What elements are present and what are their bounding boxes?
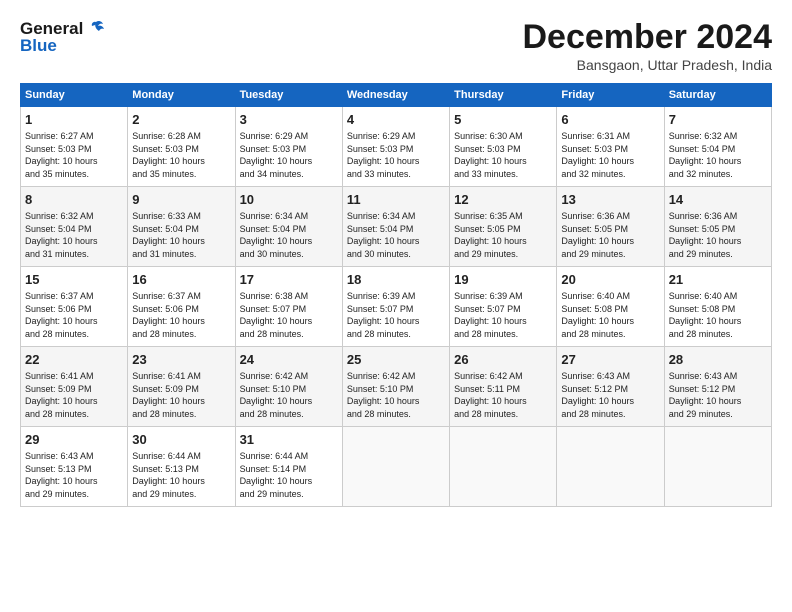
logo-bird-icon [85, 18, 107, 40]
day-number: 17 [240, 271, 338, 289]
day-number: 29 [25, 431, 123, 449]
day-number: 26 [454, 351, 552, 369]
table-row: 15Sunrise: 6:37 AMSunset: 5:06 PMDayligh… [21, 267, 128, 347]
table-row: 14Sunrise: 6:36 AMSunset: 5:05 PMDayligh… [664, 187, 771, 267]
day-number: 24 [240, 351, 338, 369]
day-number: 4 [347, 111, 445, 129]
table-row: 27Sunrise: 6:43 AMSunset: 5:12 PMDayligh… [557, 347, 664, 427]
day-number: 31 [240, 431, 338, 449]
col-monday: Monday [128, 84, 235, 107]
table-row: 13Sunrise: 6:36 AMSunset: 5:05 PMDayligh… [557, 187, 664, 267]
col-wednesday: Wednesday [342, 84, 449, 107]
table-row: 26Sunrise: 6:42 AMSunset: 5:11 PMDayligh… [450, 347, 557, 427]
day-number: 22 [25, 351, 123, 369]
day-number: 19 [454, 271, 552, 289]
logo: General Blue [20, 18, 107, 56]
table-row: 29Sunrise: 6:43 AMSunset: 5:13 PMDayligh… [21, 427, 128, 507]
col-saturday: Saturday [664, 84, 771, 107]
table-row: 4Sunrise: 6:29 AMSunset: 5:03 PMDaylight… [342, 107, 449, 187]
day-number: 7 [669, 111, 767, 129]
table-row [557, 427, 664, 507]
day-number: 9 [132, 191, 230, 209]
day-number: 8 [25, 191, 123, 209]
table-row: 24Sunrise: 6:42 AMSunset: 5:10 PMDayligh… [235, 347, 342, 427]
table-row: 17Sunrise: 6:38 AMSunset: 5:07 PMDayligh… [235, 267, 342, 347]
day-number: 16 [132, 271, 230, 289]
day-number: 6 [561, 111, 659, 129]
day-number: 30 [132, 431, 230, 449]
day-number: 18 [347, 271, 445, 289]
day-number: 21 [669, 271, 767, 289]
table-row: 16Sunrise: 6:37 AMSunset: 5:06 PMDayligh… [128, 267, 235, 347]
table-row: 10Sunrise: 6:34 AMSunset: 5:04 PMDayligh… [235, 187, 342, 267]
calendar-header-row: Sunday Monday Tuesday Wednesday Thursday… [21, 84, 772, 107]
table-row: 22Sunrise: 6:41 AMSunset: 5:09 PMDayligh… [21, 347, 128, 427]
day-number: 13 [561, 191, 659, 209]
calendar-table: Sunday Monday Tuesday Wednesday Thursday… [20, 83, 772, 507]
table-row: 2Sunrise: 6:28 AMSunset: 5:03 PMDaylight… [128, 107, 235, 187]
day-number: 5 [454, 111, 552, 129]
table-row: 23Sunrise: 6:41 AMSunset: 5:09 PMDayligh… [128, 347, 235, 427]
day-number: 28 [669, 351, 767, 369]
col-tuesday: Tuesday [235, 84, 342, 107]
title-block: December 2024 Bansgaon, Uttar Pradesh, I… [522, 18, 772, 73]
month-title: December 2024 [522, 18, 772, 57]
day-number: 12 [454, 191, 552, 209]
col-sunday: Sunday [21, 84, 128, 107]
col-thursday: Thursday [450, 84, 557, 107]
day-number: 1 [25, 111, 123, 129]
col-friday: Friday [557, 84, 664, 107]
table-row: 5Sunrise: 6:30 AMSunset: 5:03 PMDaylight… [450, 107, 557, 187]
table-row [342, 427, 449, 507]
day-number: 10 [240, 191, 338, 209]
day-number: 3 [240, 111, 338, 129]
table-row: 25Sunrise: 6:42 AMSunset: 5:10 PMDayligh… [342, 347, 449, 427]
table-row: 20Sunrise: 6:40 AMSunset: 5:08 PMDayligh… [557, 267, 664, 347]
table-row: 7Sunrise: 6:32 AMSunset: 5:04 PMDaylight… [664, 107, 771, 187]
table-row: 11Sunrise: 6:34 AMSunset: 5:04 PMDayligh… [342, 187, 449, 267]
table-row: 3Sunrise: 6:29 AMSunset: 5:03 PMDaylight… [235, 107, 342, 187]
day-number: 11 [347, 191, 445, 209]
table-row: 19Sunrise: 6:39 AMSunset: 5:07 PMDayligh… [450, 267, 557, 347]
table-row: 9Sunrise: 6:33 AMSunset: 5:04 PMDaylight… [128, 187, 235, 267]
table-row: 21Sunrise: 6:40 AMSunset: 5:08 PMDayligh… [664, 267, 771, 347]
day-number: 27 [561, 351, 659, 369]
table-row [450, 427, 557, 507]
table-row: 31Sunrise: 6:44 AMSunset: 5:14 PMDayligh… [235, 427, 342, 507]
logo-blue: Blue [20, 36, 57, 56]
table-row: 1Sunrise: 6:27 AMSunset: 5:03 PMDaylight… [21, 107, 128, 187]
day-number: 15 [25, 271, 123, 289]
page: General Blue December 2024 Bansgaon, Utt… [0, 0, 792, 612]
table-row: 18Sunrise: 6:39 AMSunset: 5:07 PMDayligh… [342, 267, 449, 347]
table-row: 28Sunrise: 6:43 AMSunset: 5:12 PMDayligh… [664, 347, 771, 427]
header: General Blue December 2024 Bansgaon, Utt… [20, 18, 772, 73]
day-number: 14 [669, 191, 767, 209]
location-subtitle: Bansgaon, Uttar Pradesh, India [522, 57, 772, 73]
table-row: 30Sunrise: 6:44 AMSunset: 5:13 PMDayligh… [128, 427, 235, 507]
table-row: 12Sunrise: 6:35 AMSunset: 5:05 PMDayligh… [450, 187, 557, 267]
table-row: 8Sunrise: 6:32 AMSunset: 5:04 PMDaylight… [21, 187, 128, 267]
day-number: 23 [132, 351, 230, 369]
day-number: 20 [561, 271, 659, 289]
day-number: 25 [347, 351, 445, 369]
day-number: 2 [132, 111, 230, 129]
table-row [664, 427, 771, 507]
table-row: 6Sunrise: 6:31 AMSunset: 5:03 PMDaylight… [557, 107, 664, 187]
